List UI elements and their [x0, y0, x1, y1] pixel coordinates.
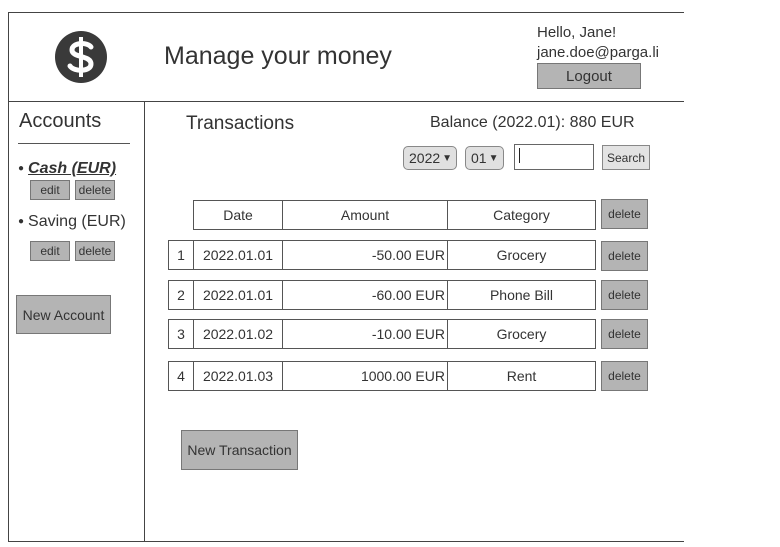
- new-account-button[interactable]: New Account: [16, 295, 111, 334]
- user-email: jane.doe@parga.li: [537, 44, 659, 61]
- header-divider: [8, 101, 684, 102]
- delete-all-button[interactable]: delete: [601, 199, 648, 229]
- bullet-icon: ●: [18, 216, 25, 227]
- delete-account-button[interactable]: delete: [75, 180, 115, 200]
- triangle-down-icon: ▼: [488, 152, 499, 164]
- balance-text: Balance (2022.01): 880 EUR: [430, 114, 635, 131]
- month-select[interactable]: 01 ▼: [465, 146, 504, 170]
- transactions-heading: Transactions: [186, 113, 295, 134]
- row-category: Rent: [447, 361, 596, 391]
- edit-account-button[interactable]: edit: [30, 180, 70, 200]
- logout-button[interactable]: Logout: [537, 63, 641, 89]
- row-category: Phone Bill: [447, 280, 596, 310]
- column-header-amount: Amount: [282, 200, 448, 230]
- bullet-icon: ●: [18, 163, 25, 174]
- row-number: 2: [168, 280, 194, 310]
- delete-row-button[interactable]: delete: [601, 280, 648, 310]
- row-amount: 1000.00 EUR: [282, 361, 448, 391]
- app-title: Manage your money: [164, 42, 392, 70]
- column-header-date: Date: [193, 200, 283, 230]
- search-button[interactable]: Search: [602, 145, 650, 170]
- row-date: 2022.01.01: [193, 240, 283, 270]
- accounts-heading: Accounts: [19, 110, 102, 132]
- row-number: 3: [168, 319, 194, 349]
- account-name: Cash (EUR): [28, 160, 117, 177]
- new-transaction-button[interactable]: New Transaction: [181, 430, 298, 470]
- column-header-category: Category: [447, 200, 596, 230]
- edit-account-button[interactable]: edit: [30, 241, 70, 261]
- user-greeting: Hello, Jane!: [537, 24, 617, 41]
- delete-row-button[interactable]: delete: [601, 319, 648, 349]
- account-name: Saving (EUR): [28, 213, 126, 230]
- row-amount: -50.00 EUR: [282, 240, 448, 270]
- row-category: Grocery: [447, 319, 596, 349]
- row-number: 4: [168, 361, 194, 391]
- row-amount: -60.00 EUR: [282, 280, 448, 310]
- row-category: Grocery: [447, 240, 596, 270]
- text-cursor: [519, 148, 520, 163]
- account-item-saving[interactable]: ● Saving (EUR): [18, 213, 126, 231]
- delete-account-button[interactable]: delete: [75, 241, 115, 261]
- year-select[interactable]: 2022 ▼: [403, 146, 457, 170]
- sidebar-divider: [144, 101, 145, 542]
- accounts-heading-underline: [18, 143, 130, 144]
- delete-row-button[interactable]: delete: [601, 361, 648, 391]
- app-frame: [8, 12, 684, 542]
- month-value: 01: [471, 150, 487, 166]
- year-value: 2022: [409, 150, 441, 166]
- row-date: 2022.01.03: [193, 361, 283, 391]
- row-date: 2022.01.01: [193, 280, 283, 310]
- dollar-sign-icon: [55, 31, 107, 83]
- search-input[interactable]: [514, 144, 594, 170]
- delete-row-button[interactable]: delete: [601, 241, 648, 271]
- row-date: 2022.01.02: [193, 319, 283, 349]
- row-number: 1: [168, 240, 194, 270]
- triangle-down-icon: ▼: [442, 152, 453, 164]
- account-item-cash[interactable]: ● Cash (EUR): [18, 160, 116, 178]
- row-amount: -10.00 EUR: [282, 319, 448, 349]
